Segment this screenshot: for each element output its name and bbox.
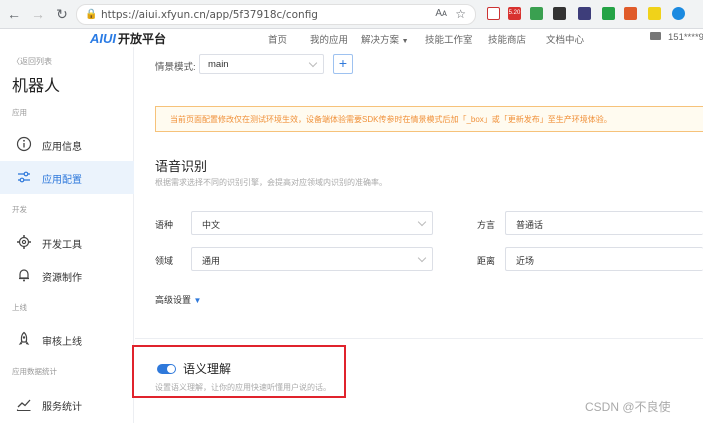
distance-label: 距离 [477,256,496,266]
forward-arrow-icon[interactable]: → [30,6,46,22]
nav-skill-store[interactable]: 技能商店 [488,32,526,46]
asr-section-desc: 根据需求选择不同的识别引擎，会提高对应领域内识别的准确率。 [155,178,387,187]
sidebar-item-review[interactable]: 审核上线 [0,323,134,356]
scene-mode-label: 情景模式: [155,62,196,73]
distance-select[interactable]: 近场 [505,247,703,271]
chevron-down-icon [417,217,427,227]
language-label: 语种 [155,220,174,230]
address-bar[interactable]: 🔒 https://aiui.xfyun.cn/app/5f37918c/con… [76,4,476,25]
extension-leaf-icon[interactable] [530,7,543,20]
language-select[interactable]: 中文 [191,211,433,235]
bell-icon [19,269,29,282]
extension-ia-icon[interactable] [578,7,591,20]
caret-down-icon: ▼ [401,38,409,45]
notice-banner: 当前页面配置修改仅在测试环境生效，设备端体验需要SDK传参时在情景模式后加「_b… [155,106,703,132]
sidebar-item-app-info[interactable]: 应用信息 [0,128,134,161]
chart-line-icon [16,399,31,412]
sidebar-item-dev-tools[interactable]: 开发工具 [0,226,134,259]
nav-solutions[interactable]: 解决方案 ▼ [361,32,409,46]
browser-toolbar: ← → ↻ 🔒 https://aiui.xfyun.cn/app/5f3791… [0,0,703,29]
caret-down-icon: ▼ [193,296,202,305]
app-name: 机器人 [12,78,61,95]
favorite-star-icon[interactable]: ☆ [455,7,466,21]
nav-docs[interactable]: 文档中心 [546,32,584,46]
lock-icon: 🔒 [85,9,98,20]
domain-label: 领域 [155,256,174,266]
section-divider [135,338,703,339]
mail-icon[interactable] [650,32,661,40]
reload-icon[interactable]: ↻ [54,6,70,22]
section-stats: 应用数据统计 [12,367,57,376]
info-icon [16,136,32,152]
extension-camera-icon[interactable] [553,7,566,20]
asr-section-title: 语音识别 [155,159,208,174]
section-dev: 开发 [12,205,27,214]
rocket-icon [18,331,30,345]
extension-green-icon[interactable] [602,7,615,20]
chevron-down-icon [417,253,427,263]
settings-sliders-icon [18,171,30,183]
watermark: CSDN @不良使 [585,400,671,414]
add-scene-button[interactable]: + [333,54,353,74]
site-logo[interactable]: AIUI 开放平台 [90,30,166,47]
nav-skill-studio[interactable]: 技能工作室 [425,32,473,46]
url-text: https://aiui.xfyun.cn/app/5f37918c/confi… [101,9,318,21]
sidebar-item-service-stats[interactable]: 服务统计 [0,388,134,421]
gear-icon [17,235,31,249]
highlight-box [132,345,346,398]
back-to-list-link[interactable]: 〈返回列表 [12,56,52,67]
dialect-select[interactable]: 普通话 [505,211,703,235]
scene-mode-select[interactable]: main [199,54,324,74]
extension-blue-icon[interactable] [672,7,685,20]
chevron-down-icon [308,58,318,68]
domain-select[interactable]: 通用 [191,247,433,271]
extension-pocket-icon[interactable] [487,7,500,20]
section-release: 上线 [12,303,27,312]
sidebar: 〈返回列表 机器人 应用 应用信息 应用配置 开发 开发工具 资源制作 上线 审… [0,47,134,423]
extension-fox-icon[interactable] [624,7,637,20]
sidebar-item-app-config[interactable]: 应用配置 [0,161,134,194]
back-arrow-icon[interactable]: ← [6,6,22,22]
dialect-label: 方言 [477,220,496,230]
nav-home[interactable]: 首页 [268,32,287,46]
extension-badge-icon[interactable]: 5.20 [508,7,521,20]
site-header: AIUI 开放平台 首页 我的应用 解决方案 ▼ 技能工作室 技能商店 文档中心 … [0,29,703,47]
reader-mode-icon[interactable]: Aᴀ [435,8,447,19]
extension-yellow-icon[interactable] [648,7,661,20]
user-account[interactable]: 151****9 [668,32,703,43]
nav-my-apps[interactable]: 我的应用 [310,32,348,46]
sidebar-item-resources[interactable]: 资源制作 [0,259,134,292]
advanced-settings-toggle[interactable]: 高级设置 ▼ [155,293,201,306]
section-app: 应用 [12,108,27,117]
